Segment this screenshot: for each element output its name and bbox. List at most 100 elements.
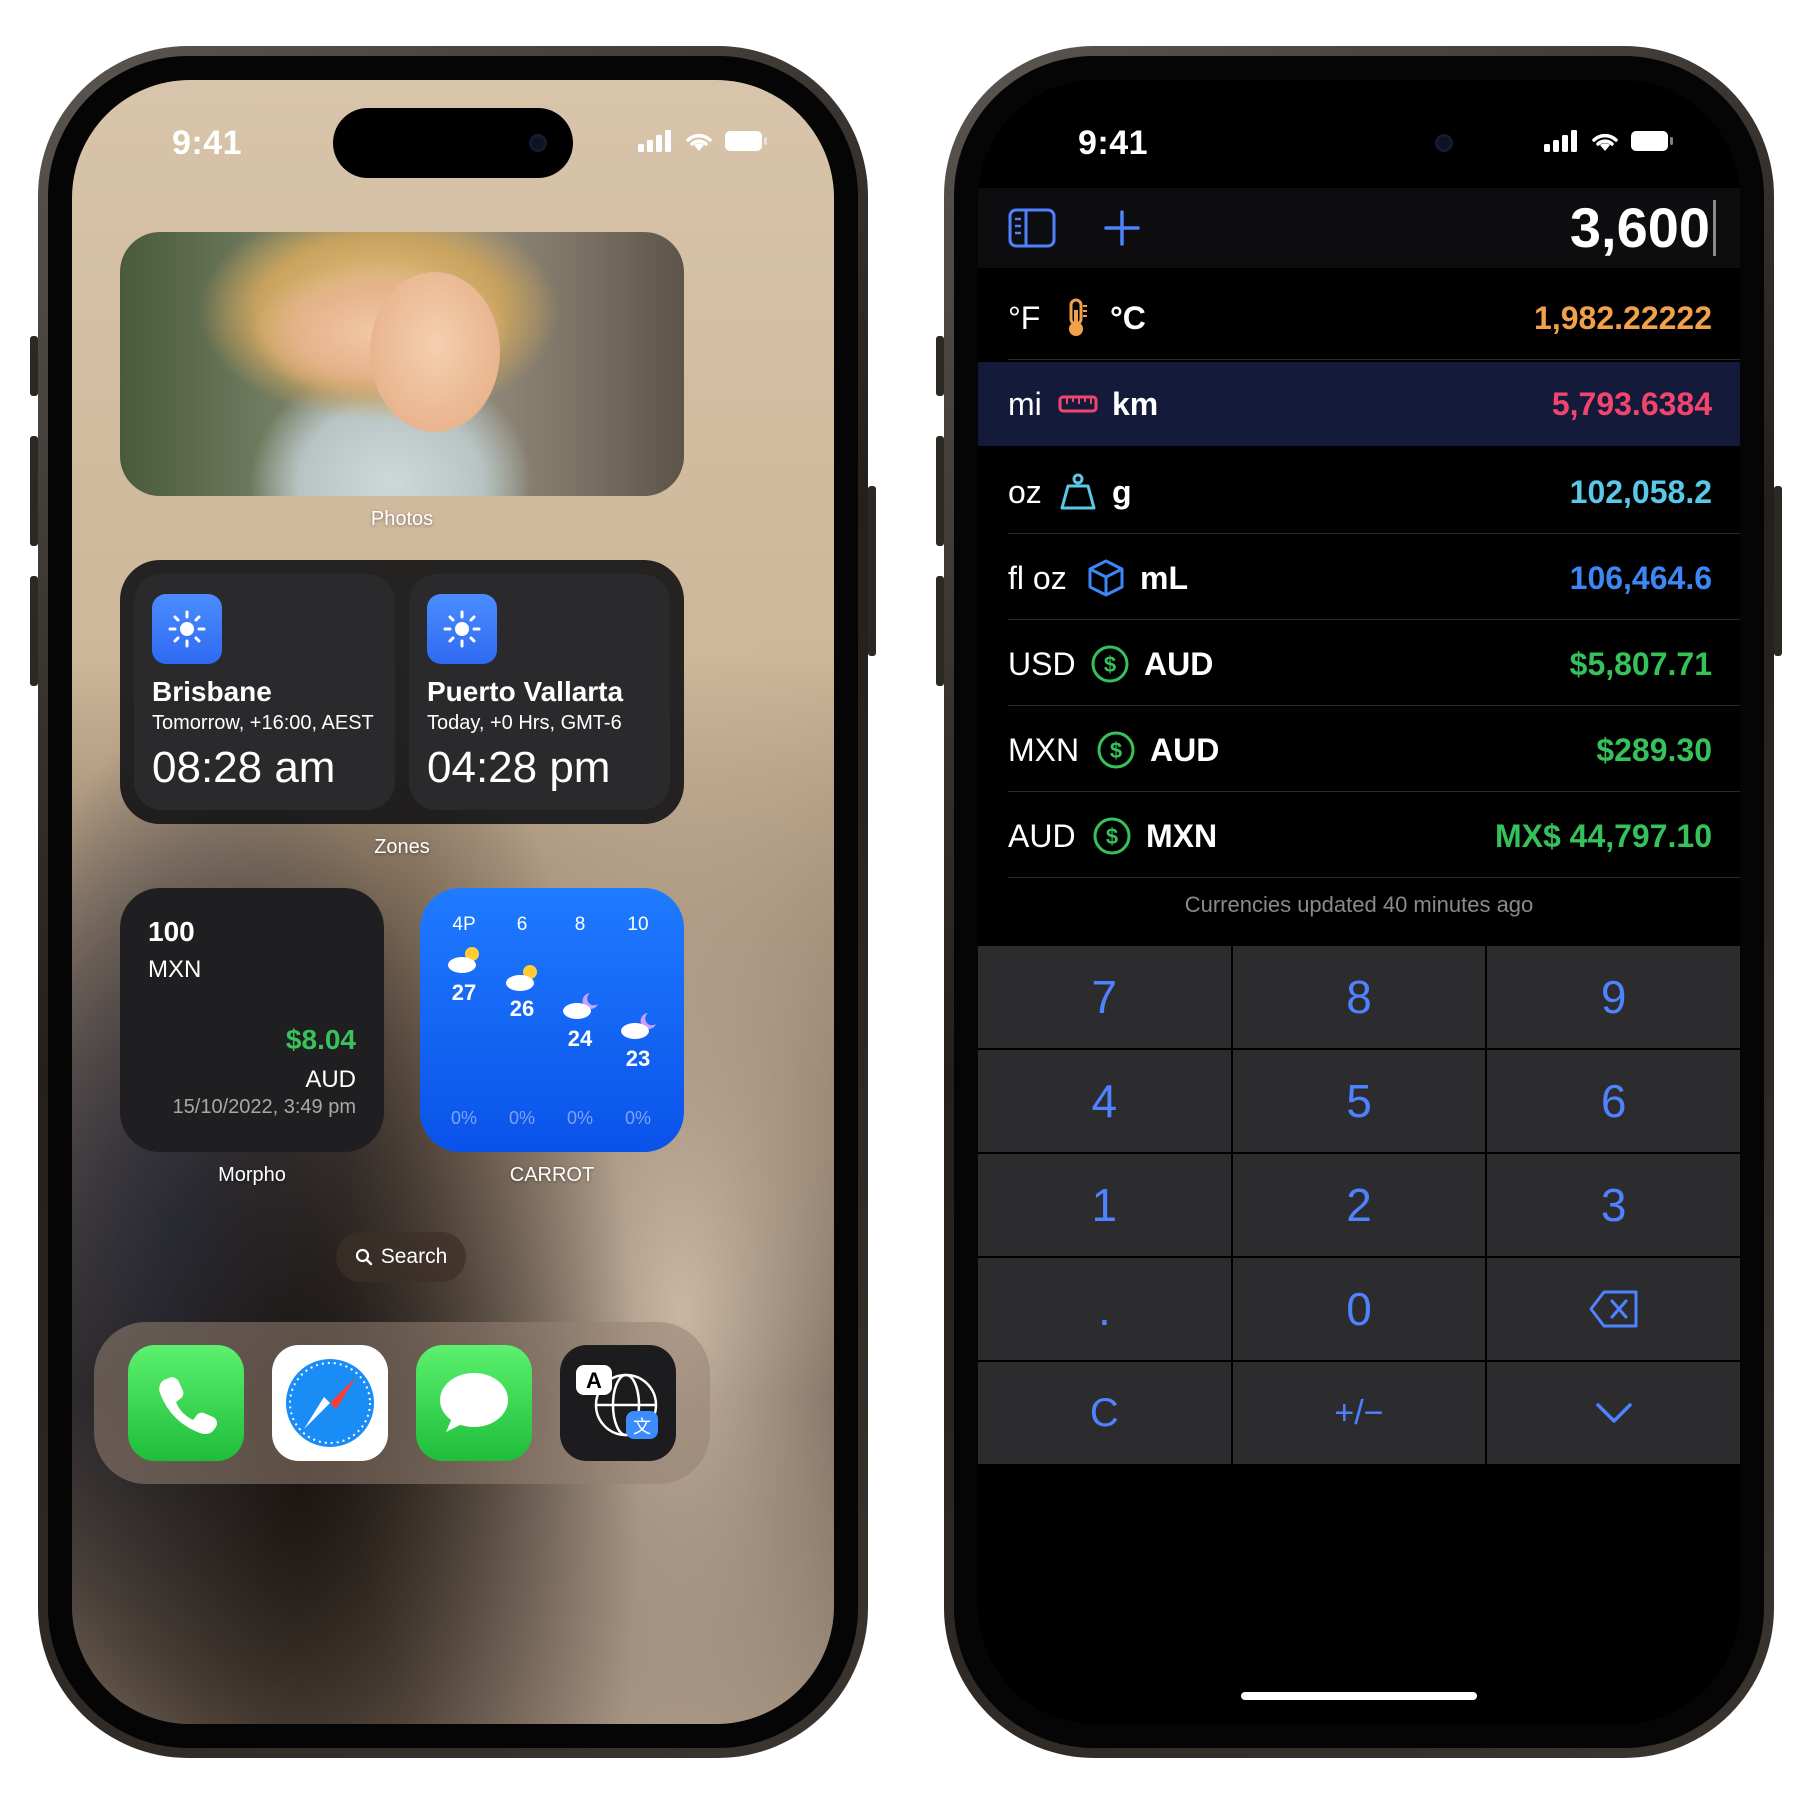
conversion-row[interactable]: USD $ AUD $5,807.71: [978, 622, 1740, 706]
cloud-sun-icon: [448, 947, 479, 973]
carrot-hour: 10: [627, 914, 649, 935]
mute-switch: [30, 336, 38, 396]
battery-icon: [1631, 131, 1673, 151]
calculator-input[interactable]: 3,600: [1570, 188, 1710, 268]
carrot-temp: 26: [509, 996, 535, 1021]
key-decimal[interactable]: .: [978, 1258, 1231, 1360]
to-unit: AUD: [1150, 732, 1220, 768]
volume-down-button: [30, 576, 38, 686]
key-3[interactable]: 3: [1487, 1154, 1740, 1256]
from-unit: AUD: [1008, 818, 1076, 854]
messages-app-icon[interactable]: [416, 1345, 532, 1461]
svg-text:$: $: [1104, 652, 1116, 677]
signal-icon: [1544, 130, 1577, 152]
dollar-icon: $: [1092, 816, 1132, 856]
conversion-row[interactable]: oz g 102,058.2: [978, 450, 1740, 534]
photos-widget[interactable]: [120, 232, 684, 496]
carrot-hour: 8: [574, 914, 586, 935]
carrot-precip: 0%: [508, 1108, 535, 1128]
to-unit: °C: [1110, 300, 1146, 336]
key-5[interactable]: 5: [1232, 1050, 1486, 1152]
zones-widget[interactable]: Brisbane Tomorrow, +16:00, AEST 08:28 am…: [120, 560, 684, 824]
wifi-icon: [686, 133, 712, 151]
morpho-date: 15/10/2022, 3:49 pm: [172, 1096, 356, 1118]
to-unit: AUD: [1144, 646, 1214, 682]
morpho-widget[interactable]: 100 MXN $8.04 AUD 15/10/2022, 3:49 pm: [120, 888, 384, 1152]
translate-app-icon[interactable]: A文: [560, 1345, 676, 1461]
zone-offset: Tomorrow, +16:00, AEST: [152, 712, 374, 734]
phone-app-icon[interactable]: [128, 1345, 244, 1461]
thermometer-icon: [1056, 298, 1096, 338]
carrot-hour: 6: [516, 914, 528, 935]
key-9[interactable]: 9: [1487, 946, 1740, 1048]
volume-down-button: [936, 576, 944, 686]
zone-card-puerto-vallarta[interactable]: Puerto Vallarta Today, +0 Hrs, GMT-6 04:…: [409, 574, 670, 810]
sun-icon: [152, 594, 222, 664]
search-icon: [355, 1248, 372, 1266]
from-unit: mi: [1008, 386, 1042, 422]
zone-offset: Today, +0 Hrs, GMT-6: [427, 712, 622, 734]
collapse-keypad-key[interactable]: [1487, 1362, 1740, 1464]
photo-image: [370, 272, 500, 432]
carrot-temp: 27: [451, 980, 477, 1005]
row-divider: [1008, 533, 1740, 534]
backspace-key[interactable]: [1487, 1258, 1740, 1360]
key-7[interactable]: 7: [978, 946, 1231, 1048]
calculator-screen: 9:41 3,600 °F °C 1,982.22222 mi km 5,793.6384…: [978, 80, 1740, 1724]
calculator-toolbar: 3,600: [978, 188, 1740, 268]
from-unit: USD: [1008, 646, 1076, 682]
weight-icon: [1058, 472, 1098, 512]
row-divider: [1008, 359, 1740, 360]
safari-app-icon[interactable]: [272, 1345, 388, 1461]
carrot-temp: 23: [625, 1046, 651, 1071]
key-clear[interactable]: C: [978, 1362, 1231, 1464]
morpho-to-currency: AUD: [305, 1066, 356, 1093]
dynamic-island: [1239, 108, 1479, 178]
home-indicator[interactable]: [1241, 1692, 1477, 1700]
key-4[interactable]: 4: [978, 1050, 1231, 1152]
home-screen: 9:41 Photos Brisbane Tomorrow, +16:00, A…: [72, 80, 834, 1724]
power-button: [868, 486, 876, 656]
row-divider: [1008, 791, 1740, 792]
sidebar-icon[interactable]: [1008, 208, 1056, 248]
chevron-down-icon: [1595, 1403, 1632, 1423]
spotlight-search-button[interactable]: Search: [336, 1232, 466, 1282]
carrot-precip: 0%: [624, 1108, 651, 1128]
dollar-icon: $: [1096, 730, 1136, 770]
carrot-weather-widget[interactable]: 4P 6 8 10 27 26 24 23 0% 0% 0% 0%: [420, 888, 684, 1152]
carrot-widget-label: CARROT: [509, 1164, 595, 1186]
conversion-row[interactable]: °F °C 1,982.22222: [978, 276, 1740, 360]
key-8[interactable]: 8: [1232, 946, 1486, 1048]
conversion-row[interactable]: fl oz mL 106,464.6: [978, 536, 1740, 620]
conversion-row[interactable]: MXN $ AUD $289.30: [978, 708, 1740, 792]
from-unit: fl oz: [1008, 560, 1067, 596]
add-icon[interactable]: [1102, 208, 1142, 248]
key-1[interactable]: 1: [978, 1154, 1231, 1256]
key-plus-minus[interactable]: +/−: [1232, 1362, 1486, 1464]
dock: A文: [94, 1322, 710, 1484]
conversion-row[interactable]: AUD $ MXN MX$ 44,797.10: [978, 794, 1740, 878]
key-0[interactable]: 0: [1232, 1258, 1486, 1360]
key-2[interactable]: 2: [1232, 1154, 1486, 1256]
key-6[interactable]: 6: [1487, 1050, 1740, 1152]
zone-city: Brisbane: [152, 676, 272, 707]
carrot-temp: 24: [567, 1026, 593, 1051]
ruler-icon: [1058, 384, 1098, 424]
converted-value: 5,793.6384: [1551, 386, 1712, 422]
sun-icon: [427, 594, 497, 664]
zones-widget-label: Zones: [374, 836, 430, 858]
cloud-sun-icon: [506, 965, 537, 991]
svg-text:A: A: [586, 1368, 602, 1393]
cloud-moon-icon: [563, 993, 598, 1019]
status-time: 9:41: [172, 124, 243, 162]
conversion-row[interactable]: mi km 5,793.6384: [978, 362, 1740, 446]
wifi-icon: [1592, 133, 1618, 151]
to-unit: mL: [1140, 560, 1188, 596]
mute-switch: [936, 336, 944, 396]
row-divider: [1008, 705, 1740, 706]
morpho-result: $8.04: [285, 1024, 356, 1055]
cube-icon: [1086, 558, 1126, 598]
currency-update-note: Currencies updated 40 minutes ago: [1184, 892, 1534, 917]
carrot-hour: 4P: [452, 914, 476, 935]
zone-card-brisbane[interactable]: Brisbane Tomorrow, +16:00, AEST 08:28 am: [134, 574, 395, 810]
